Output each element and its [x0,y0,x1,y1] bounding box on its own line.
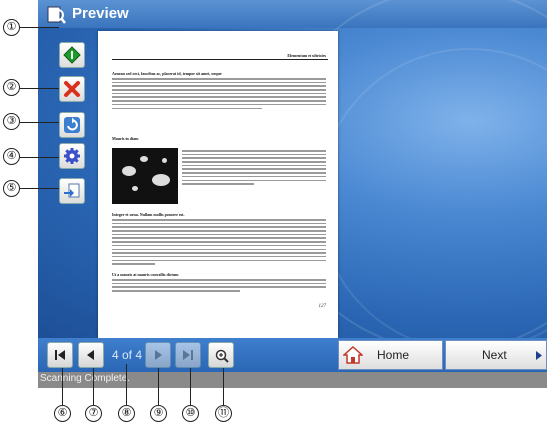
section-heading: Aenean sed orci, faucibus ac, placerat i… [112,71,222,76]
callout-leader [190,368,192,405]
page-export-icon [64,183,80,198]
rotate-button[interactable] [59,112,85,138]
export-page-button[interactable] [59,178,85,204]
callout-7: ⑦ [85,405,102,422]
document-page: Elementum et ultricies Aenean sed orci, … [98,31,338,338]
paragraph-text [112,78,326,111]
last-page-icon [183,350,193,360]
next-button[interactable]: Next [445,340,547,370]
preview-app-icon [47,6,66,24]
section-heading: Integer et urna. Nullam mollis posuere e… [112,212,185,217]
gear-icon [64,148,80,164]
preview-window: Preview Elementum et ultricies Aenean se… [38,0,547,388]
callout-leader [62,368,64,405]
next-page-button[interactable] [145,342,171,368]
paragraph-text [112,219,326,267]
preview-area: Elementum et ultricies Aenean sed orci, … [38,0,547,352]
page-counter: 4 of 4 [112,348,143,362]
green-diamond-icon [63,46,81,64]
header-rule [112,59,328,60]
callout-3: ③ [3,113,20,130]
callout-leader [20,27,59,29]
callout-leader [158,368,160,405]
delete-button[interactable] [59,76,85,102]
callout-leader [20,88,59,90]
section-heading: Ut a mauris at mauris convallis dictum [112,272,179,277]
callout-leader [20,157,59,159]
callout-5: ⑤ [3,180,20,197]
status-text: Scanning Complete. [40,373,131,384]
callout-4: ④ [3,148,20,165]
first-page-button[interactable] [47,342,73,368]
window-title: Preview [72,5,129,22]
callout-1: ① [3,19,20,36]
section-heading: Mauris in diam [112,136,139,141]
callout-leader [20,122,59,124]
next-page-icon [155,350,162,360]
zoom-in-icon [215,349,229,363]
zoom-button[interactable] [208,342,234,368]
previous-page-button[interactable] [78,342,104,368]
home-button[interactable]: Home [338,340,443,370]
callout-8: ⑧ [118,405,135,422]
callout-leader [126,364,128,405]
next-label: Next [482,348,507,362]
callout-10: ⑩ [182,405,199,422]
rotate-icon [64,117,80,133]
callout-6: ⑥ [54,405,71,422]
paragraph-text [112,279,326,294]
callout-11: ⑪ [215,405,232,422]
status-bar: Scanning Complete. [38,372,547,388]
document-image [112,148,178,204]
last-page-button[interactable] [175,342,201,368]
page-header-text: Elementum et ultricies [287,53,326,58]
green-diamond-button[interactable] [59,42,85,68]
paragraph-text [182,150,326,187]
callout-leader [223,368,225,405]
previous-page-icon [87,350,94,360]
callout-leader [20,188,59,190]
settings-button[interactable] [59,143,85,169]
callout-leader [93,368,95,405]
first-page-icon [55,350,65,360]
chevron-right-icon [536,351,542,360]
callout-2: ② [3,79,20,96]
home-icon [343,346,363,364]
page-number: 127 [318,304,327,309]
red-x-icon [64,81,80,97]
home-label: Home [377,348,410,362]
callout-9: ⑨ [150,405,167,422]
